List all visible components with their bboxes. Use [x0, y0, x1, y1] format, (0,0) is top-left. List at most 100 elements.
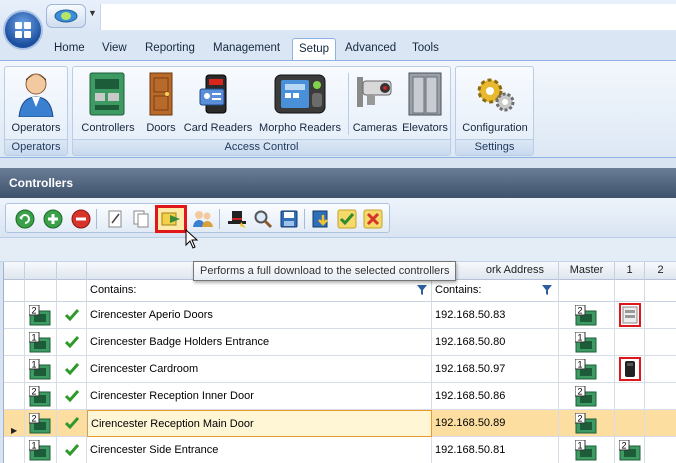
status-cell [57, 437, 87, 463]
table-row[interactable]: 2 Cirencester Reception Inner Door 192.1… [4, 383, 676, 410]
tab-view[interactable]: View [96, 38, 133, 60]
table-row-selected[interactable]: ▶ 2 Cirencester Reception Main Door 192.… [4, 410, 676, 437]
svg-text:1: 1 [577, 360, 582, 370]
type-cell: 2 [25, 383, 57, 409]
morpho-readers-button[interactable]: Morpho Readers [255, 69, 345, 139]
type-cell: 1 [25, 437, 57, 463]
card-readers-button[interactable]: Card Readers [183, 69, 253, 139]
toolbar-divider [96, 209, 97, 229]
morpho-readers-label: Morpho Readers [259, 122, 341, 134]
controller-icon: 2 [29, 305, 51, 326]
card-readers-label: Card Readers [183, 122, 253, 134]
port-1-cell: 2 [615, 437, 645, 463]
svg-text:1: 1 [31, 360, 36, 370]
grid-logo-icon [15, 22, 31, 38]
filter-name[interactable]: Contains: [87, 280, 432, 302]
row-indicator: ▶ [4, 410, 25, 436]
filter-indicator [4, 280, 25, 302]
header-indicator[interactable] [4, 262, 25, 280]
download-icon[interactable] [310, 208, 332, 230]
master-controller-icon: 1 [575, 440, 597, 461]
refresh-icon[interactable] [14, 208, 36, 230]
tab-management[interactable]: Management [207, 38, 286, 60]
operators-button[interactable]: Operators [9, 69, 63, 139]
cameras-button[interactable]: Cameras [351, 69, 399, 139]
toolbar [0, 198, 676, 238]
full-download-button[interactable] [155, 205, 187, 233]
port-2-cell [645, 356, 676, 382]
configuration-button[interactable]: Configuration [458, 69, 532, 139]
controller-2-icon[interactable]: 2 [619, 440, 641, 461]
port-2-cell [645, 410, 676, 436]
port-1-cell [615, 356, 645, 382]
configuration-label: Configuration [462, 122, 528, 134]
network-address: 192.168.50.97 [432, 356, 559, 382]
group-access-control: Controllers Doors Card Readers Morpho Re… [72, 66, 451, 156]
header-col-1[interactable]: 1 [615, 262, 645, 280]
table-row[interactable]: 2 Cirencester Aperio Doors 192.168.50.83… [4, 302, 676, 329]
hat-icon[interactable] [226, 208, 248, 230]
delete-icon[interactable] [70, 208, 92, 230]
controller-name: Cirencester Cardroom [87, 356, 432, 382]
application-menu-button[interactable] [3, 10, 43, 50]
doors-button[interactable]: Doors [143, 69, 179, 139]
add-icon[interactable] [42, 208, 64, 230]
header-master[interactable]: Master [559, 262, 615, 280]
svg-text:2: 2 [31, 414, 36, 424]
master-cell: 2 [559, 410, 615, 436]
controller-board-icon [85, 69, 131, 119]
filter-funnel-icon[interactable] [417, 285, 427, 295]
cameras-label: Cameras [352, 122, 398, 134]
elevators-button[interactable]: Elevators [401, 69, 449, 139]
controller-icon: 1 [29, 332, 51, 353]
header-col-2[interactable]: 2 [645, 262, 676, 280]
header-status[interactable] [57, 262, 87, 280]
controller-icon: 2 [29, 413, 51, 434]
network-address: 192.168.50.80 [432, 329, 559, 355]
controller-icon: 1 [29, 359, 51, 380]
tab-tools[interactable]: Tools [406, 38, 445, 60]
filter-master [559, 280, 615, 302]
svg-text:1: 1 [31, 441, 36, 451]
table-row[interactable]: 1 Cirencester Side Entrance 192.168.50.8… [4, 437, 676, 463]
copy-icon[interactable] [130, 208, 152, 230]
filter-funnel-icon[interactable] [542, 285, 552, 295]
operator-icon [13, 69, 59, 119]
title-area [100, 4, 676, 30]
master-cell: 2 [559, 302, 615, 328]
users-download-icon[interactable] [192, 208, 214, 230]
header-type[interactable] [25, 262, 57, 280]
controller-name: Cirencester Aperio Doors [87, 302, 432, 328]
quick-access-dropdown-icon[interactable]: ▼ [88, 8, 97, 18]
group-label-settings: Settings [456, 139, 533, 155]
svg-text:1: 1 [31, 333, 36, 343]
group-settings: Configuration Settings [455, 66, 534, 156]
tab-setup[interactable]: Setup [292, 38, 337, 60]
type-cell: 1 [25, 356, 57, 382]
row-indicator [4, 302, 25, 328]
save-icon[interactable] [278, 208, 300, 230]
accept-icon[interactable] [336, 208, 358, 230]
full-download-icon [161, 212, 180, 226]
gears-icon [472, 69, 518, 119]
filter-address[interactable]: Contains: [432, 280, 559, 302]
table-row[interactable]: 1 Cirencester Cardroom 192.168.50.97 1 [4, 356, 676, 383]
network-address: 192.168.50.89 [432, 410, 559, 436]
card-reader-icon[interactable] [619, 357, 641, 381]
controller-icon: 1 [29, 440, 51, 461]
search-icon[interactable] [252, 208, 274, 230]
door-icon [138, 69, 184, 119]
reject-icon[interactable] [362, 208, 384, 230]
tab-reporting[interactable]: Reporting [139, 38, 201, 60]
check-icon [65, 444, 79, 456]
row-indicator [4, 437, 25, 463]
controllers-button[interactable]: Controllers [77, 69, 139, 139]
tab-advanced[interactable]: Advanced [339, 38, 402, 60]
quick-access-button[interactable] [46, 4, 86, 28]
row-indicator [4, 329, 25, 355]
table-row[interactable]: 1 Cirencester Badge Holders Entrance 192… [4, 329, 676, 356]
aperio-lock-icon[interactable] [619, 303, 641, 327]
edit-icon[interactable] [104, 208, 126, 230]
doors-label: Doors [146, 122, 176, 134]
tab-home[interactable]: Home [48, 38, 91, 60]
